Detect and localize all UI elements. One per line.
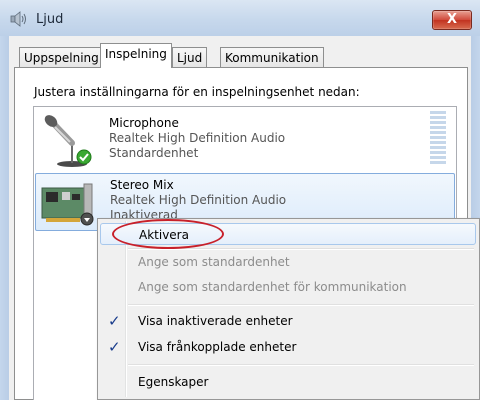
title-bar[interactable] — [0, 0, 480, 36]
instruction-text: Justera inställningarna för en inspelnin… — [34, 85, 360, 99]
menu-item-label: Aktivera — [139, 228, 189, 242]
menu-item-label: Visa frånkopplade enheter — [138, 340, 297, 354]
device-driver: Realtek High Definition Audio — [109, 131, 286, 145]
tab-inspelning[interactable]: Inspelning — [100, 43, 172, 68]
close-icon: X — [446, 12, 458, 27]
menu-separator — [128, 304, 474, 306]
menu-item-label: Egenskaper — [138, 375, 209, 389]
window-title: Ljud — [36, 12, 64, 27]
device-driver: Realtek High Definition Audio — [110, 193, 287, 207]
close-button[interactable]: X — [432, 10, 472, 30]
device-name: Microphone — [109, 116, 179, 130]
menu-item-set-default-communication[interactable]: Ange som standardenhet för kommunikation — [100, 276, 476, 298]
menu-separator — [128, 364, 474, 366]
level-meter — [430, 111, 446, 167]
disabled-arrow-badge-icon — [80, 212, 94, 226]
menu-item-label: Ange som standardenhet — [138, 255, 290, 269]
tab-uppspelning[interactable]: Uppspelning — [19, 47, 104, 67]
device-status: Standardenhet — [109, 146, 199, 160]
tab-kommunikation[interactable]: Kommunikation — [220, 47, 324, 67]
menu-item-show-disabled-devices[interactable]: ✓ Visa inaktiverade enheter — [100, 310, 476, 332]
speaker-icon — [10, 11, 26, 27]
menu-item-label: Ange som standardenhet för kommunikation — [138, 280, 407, 294]
menu-item-properties[interactable]: Egenskaper — [100, 371, 476, 393]
window-frame-left — [0, 36, 9, 400]
tab-ljud[interactable]: Ljud — [172, 47, 208, 67]
menu-item-label: Visa inaktiverade enheter — [138, 314, 293, 328]
menu-item-aktivera[interactable]: Aktivera — [100, 223, 476, 245]
check-icon: ✓ — [108, 312, 121, 330]
device-name: Stereo Mix — [110, 178, 174, 192]
menu-separator — [128, 248, 474, 250]
menu-item-set-default[interactable]: Ange som standardenhet — [100, 251, 476, 273]
context-menu: Aktivera Ange som standardenhet Ange som… — [97, 218, 480, 400]
green-check-badge-icon — [76, 149, 92, 165]
device-item-microphone[interactable]: Microphone Realtek High Definition Audio… — [35, 111, 455, 169]
check-icon: ✓ — [108, 338, 121, 356]
menu-item-show-disconnected-devices[interactable]: ✓ Visa frånkopplade enheter — [100, 336, 476, 358]
